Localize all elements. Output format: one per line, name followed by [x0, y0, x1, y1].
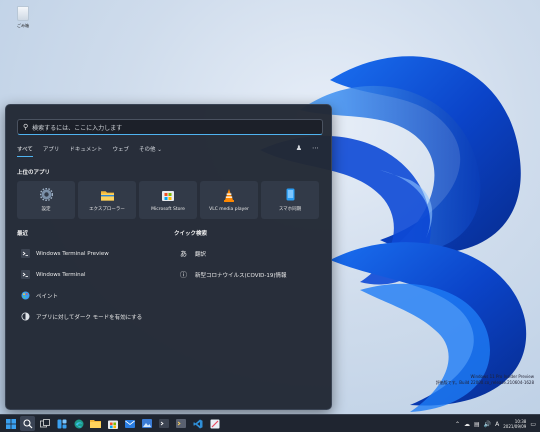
search-placeholder: 検索するには、ここに入力します	[32, 124, 123, 132]
tab-more[interactable]: その他 ⌄	[139, 145, 162, 157]
tab-web[interactable]: ウェブ	[112, 145, 129, 157]
start-button[interactable]	[3, 416, 18, 431]
windows-logo-icon	[5, 418, 16, 429]
watermark-line-1: Windows 11 Pro Insider Preview	[470, 374, 534, 379]
cloud-icon[interactable]: ☁	[464, 421, 470, 428]
info-icon: ⓘ	[180, 270, 187, 279]
recycle-bin-icon	[17, 6, 29, 21]
recent-list: Windows Terminal Preview Windows Termina…	[17, 243, 167, 327]
top-app-vlc[interactable]: VLC media player	[200, 181, 258, 219]
notification-icon[interactable]: ▭	[530, 421, 536, 428]
taskbar-search-button[interactable]	[20, 416, 35, 431]
snipping-icon	[210, 419, 219, 428]
quick-search-heading: クイック検索	[174, 231, 208, 237]
clock-date: 2021/09/09	[503, 424, 527, 429]
quick-search-label: 新型コロナウイルス(COVID-19)情報	[195, 272, 287, 279]
more-options-icon[interactable]: ⋯	[312, 144, 319, 152]
paint-icon	[21, 291, 30, 300]
store-icon	[107, 420, 118, 429]
start-menu: ⚲ 検索するには、ここに入力します すべて アプリ ドキュメント ウェブ その他…	[5, 104, 332, 410]
recent-item-label: Windows Terminal	[36, 271, 86, 278]
photos-icon	[141, 419, 152, 428]
top-app-phone-link[interactable]: スマホ同期	[261, 181, 319, 219]
quick-search-item[interactable]: ⓘ 新型コロナウイルス(COVID-19)情報	[174, 264, 324, 285]
top-app-label: 設定	[41, 207, 51, 212]
top-apps-grid: 設定 エクスプローラー Microsoft Store VLC media pl…	[17, 181, 319, 219]
system-tray: ⌃ ☁ ▤ 🔊 A 10:38 2021/09/09 ▭	[455, 415, 536, 432]
theme-icon	[21, 312, 30, 321]
taskbar-photos-button[interactable]	[139, 416, 154, 431]
tray-chevron-icon[interactable]: ⌃	[455, 421, 460, 428]
volume-icon[interactable]: 🔊	[484, 421, 491, 428]
quick-search-item[interactable]: あ 翻訳	[174, 243, 324, 264]
tab-apps[interactable]: アプリ	[43, 145, 60, 157]
recent-item-label: アプリに対してダーク モードを有効にする	[36, 314, 143, 321]
recent-item-label: Windows Terminal Preview	[36, 250, 109, 257]
ime-indicator[interactable]: A	[495, 421, 499, 428]
taskbar-mail-button[interactable]	[122, 416, 137, 431]
terminal-icon	[21, 270, 30, 279]
top-app-settings[interactable]: 設定	[17, 181, 75, 219]
taskbar-vscode-button[interactable]	[190, 416, 205, 431]
share-people-icon[interactable]: ♟	[296, 144, 302, 152]
recent-item-label: ペイント	[36, 293, 59, 300]
tab-documents[interactable]: ドキュメント	[69, 145, 102, 157]
task-view-button[interactable]	[37, 416, 52, 431]
recent-heading: 最近	[17, 231, 29, 237]
top-app-label: スマホ同期	[278, 207, 302, 212]
watermark-line-2: 評価版です。Build 22000.co_release.210604-1628	[435, 380, 534, 385]
phone-link-icon	[284, 188, 297, 201]
taskbar-explorer-button[interactable]	[88, 416, 103, 431]
vlc-cone-icon	[223, 188, 236, 202]
vscode-icon	[193, 419, 202, 428]
recycle-bin-desktop-icon[interactable]: ごみ箱	[12, 4, 34, 34]
network-icon[interactable]: ▤	[474, 421, 480, 428]
widgets-icon	[57, 419, 66, 428]
terminal-icon	[158, 419, 169, 428]
taskbar-paint-button[interactable]	[207, 416, 222, 431]
search-icon: ⚲	[23, 123, 29, 131]
taskbar-edge-button[interactable]	[71, 416, 86, 431]
tab-all[interactable]: すべて	[17, 145, 33, 157]
taskbar-store-button[interactable]	[105, 416, 120, 431]
taskbar: ⌃ ☁ ▤ 🔊 A 10:38 2021/09/09 ▭	[0, 414, 540, 432]
translate-icon: あ	[180, 249, 187, 258]
taskbar-terminal-button[interactable]	[156, 416, 171, 431]
terminal-preview-icon	[175, 419, 186, 428]
taskbar-terminal-preview-button[interactable]	[173, 416, 188, 431]
taskbar-pinned	[0, 416, 222, 431]
task-view-icon	[39, 418, 50, 427]
search-toolbar: ♟ ⋯	[296, 144, 319, 152]
edge-icon	[74, 419, 83, 428]
folder-icon	[90, 420, 101, 428]
search-filter-tabs: すべて アプリ ドキュメント ウェブ その他 ⌄	[17, 145, 162, 157]
recycle-bin-label: ごみ箱	[17, 23, 29, 28]
store-icon	[162, 189, 175, 202]
mail-icon	[124, 419, 135, 428]
folder-icon	[100, 188, 114, 201]
top-app-store[interactable]: Microsoft Store	[139, 181, 197, 219]
terminal-icon	[21, 249, 30, 258]
top-app-label: VLC media player	[209, 206, 249, 212]
top-app-explorer[interactable]: エクスプローラー	[78, 181, 136, 219]
top-apps-heading: 上位のアプリ	[17, 170, 51, 176]
recent-item[interactable]: Windows Terminal Preview	[17, 243, 167, 264]
search-icon	[22, 418, 32, 428]
widgets-button[interactable]	[54, 416, 69, 431]
recent-item[interactable]: アプリに対してダーク モードを有効にする	[17, 306, 167, 327]
top-app-label: Microsoft Store	[151, 206, 185, 212]
quick-search-list: あ 翻訳 ⓘ 新型コロナウイルス(COVID-19)情報	[174, 243, 324, 285]
recent-item[interactable]: Windows Terminal	[17, 264, 167, 285]
top-app-label: エクスプローラー	[89, 207, 125, 212]
clock[interactable]: 10:38 2021/09/09	[503, 419, 526, 429]
recent-item[interactable]: ペイント	[17, 285, 167, 306]
settings-gear-icon	[39, 188, 53, 201]
search-box[interactable]: ⚲ 検索するには、ここに入力します	[17, 119, 323, 135]
quick-search-label: 翻訳	[195, 251, 207, 258]
